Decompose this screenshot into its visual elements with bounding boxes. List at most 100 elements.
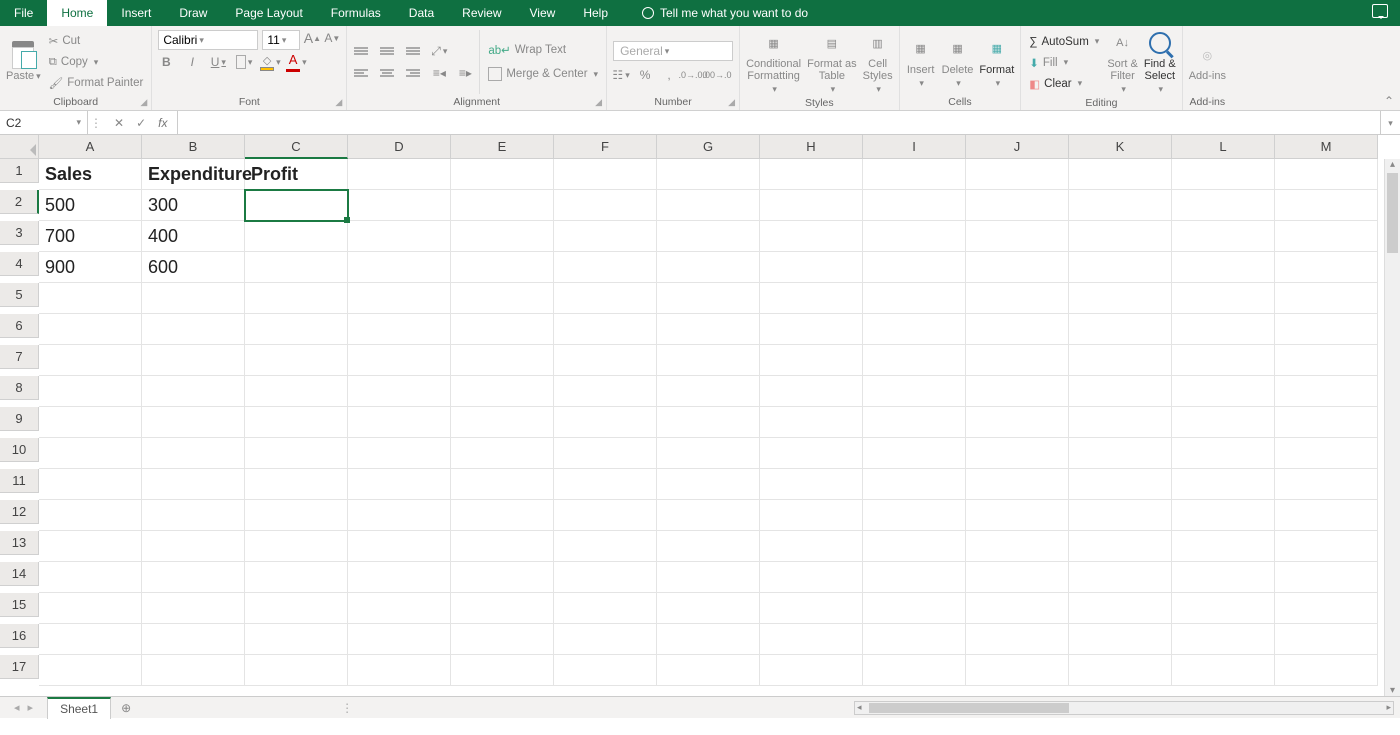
cell[interactable]: [1069, 438, 1172, 469]
cell[interactable]: 500: [39, 190, 142, 221]
cell[interactable]: [966, 438, 1069, 469]
bold-button[interactable]: B: [158, 54, 174, 70]
cell[interactable]: [657, 190, 760, 221]
cell[interactable]: [1069, 283, 1172, 314]
cell[interactable]: [554, 624, 657, 655]
cell[interactable]: [966, 655, 1069, 686]
cell[interactable]: [554, 531, 657, 562]
row-header[interactable]: 2: [0, 190, 39, 214]
accounting-format-button[interactable]: ☷: [613, 67, 629, 83]
find-select-button[interactable]: Find & Select: [1144, 30, 1176, 95]
cell[interactable]: [348, 221, 451, 252]
tab-draw[interactable]: Draw: [165, 0, 221, 26]
cell[interactable]: [966, 531, 1069, 562]
cell[interactable]: [966, 593, 1069, 624]
align-top-icon[interactable]: [353, 43, 369, 59]
cell[interactable]: [966, 624, 1069, 655]
comments-icon[interactable]: [1372, 4, 1388, 18]
cell[interactable]: [451, 469, 554, 500]
tab-help[interactable]: Help: [569, 0, 622, 26]
cell[interactable]: Profit: [245, 159, 348, 190]
col-header[interactable]: M: [1275, 135, 1378, 159]
cell[interactable]: [554, 438, 657, 469]
cell[interactable]: [760, 469, 863, 500]
cell[interactable]: [142, 624, 245, 655]
cell[interactable]: [657, 438, 760, 469]
cell[interactable]: [966, 407, 1069, 438]
cell[interactable]: [245, 624, 348, 655]
cell[interactable]: [966, 190, 1069, 221]
cell[interactable]: [554, 376, 657, 407]
cell[interactable]: [348, 159, 451, 190]
cell[interactable]: [245, 376, 348, 407]
cell[interactable]: [39, 562, 142, 593]
row-header[interactable]: 1: [0, 159, 39, 183]
cell[interactable]: [760, 624, 863, 655]
cell[interactable]: [760, 407, 863, 438]
col-header[interactable]: J: [966, 135, 1069, 159]
decrease-font-icon[interactable]: A▼: [324, 30, 340, 46]
cell[interactable]: [451, 252, 554, 283]
col-header[interactable]: G: [657, 135, 760, 159]
dialog-launcher-icon[interactable]: ◢: [595, 97, 602, 108]
cell[interactable]: [1275, 221, 1378, 252]
paste-button[interactable]: Paste: [6, 30, 41, 94]
cell[interactable]: [760, 593, 863, 624]
cell[interactable]: [451, 438, 554, 469]
cell[interactable]: [1172, 221, 1275, 252]
tab-view[interactable]: View: [516, 0, 570, 26]
cell[interactable]: [348, 190, 451, 221]
cell[interactable]: [39, 531, 142, 562]
cell[interactable]: [39, 314, 142, 345]
italic-button[interactable]: I: [184, 54, 200, 70]
cell[interactable]: [245, 190, 348, 221]
cell[interactable]: [966, 283, 1069, 314]
scroll-down-icon[interactable]: ▾: [1385, 685, 1400, 696]
col-header[interactable]: K: [1069, 135, 1172, 159]
cell[interactable]: [760, 283, 863, 314]
cell[interactable]: [348, 345, 451, 376]
cell[interactable]: [1069, 500, 1172, 531]
cell[interactable]: [863, 190, 966, 221]
cell[interactable]: [1275, 283, 1378, 314]
cell[interactable]: [966, 562, 1069, 593]
cell[interactable]: [1275, 345, 1378, 376]
cell[interactable]: [39, 624, 142, 655]
orientation-button[interactable]: ⤢: [431, 43, 447, 59]
cell[interactable]: [451, 531, 554, 562]
cell[interactable]: 900: [39, 252, 142, 283]
cell[interactable]: [863, 221, 966, 252]
cell[interactable]: [1069, 624, 1172, 655]
cell[interactable]: [39, 376, 142, 407]
autosum-button[interactable]: ∑ AutoSum: [1027, 32, 1101, 52]
cell[interactable]: [1275, 593, 1378, 624]
cell[interactable]: [554, 500, 657, 531]
cell[interactable]: [760, 314, 863, 345]
cell[interactable]: [760, 221, 863, 252]
format-cells-button[interactable]: ▦Format: [979, 30, 1014, 94]
cell[interactable]: [554, 159, 657, 190]
cell[interactable]: [451, 376, 554, 407]
align-bottom-icon[interactable]: [405, 43, 421, 59]
cell[interactable]: 400: [142, 221, 245, 252]
cell[interactable]: [1275, 376, 1378, 407]
cell[interactable]: [863, 252, 966, 283]
cell-styles-button[interactable]: ▥Cell Styles: [863, 30, 893, 95]
number-format-select[interactable]: General: [613, 41, 733, 61]
row-header[interactable]: 14: [0, 562, 39, 586]
cell[interactable]: [657, 376, 760, 407]
cell[interactable]: [451, 655, 554, 686]
cell[interactable]: [760, 531, 863, 562]
cell[interactable]: [554, 345, 657, 376]
cell[interactable]: [245, 283, 348, 314]
align-right-icon[interactable]: [405, 65, 421, 81]
cell[interactable]: [657, 593, 760, 624]
select-all-corner[interactable]: [0, 135, 39, 159]
horizontal-scrollbar[interactable]: ◂ ▸: [854, 701, 1394, 715]
cell[interactable]: [1172, 283, 1275, 314]
cell[interactable]: [554, 469, 657, 500]
cell[interactable]: [451, 593, 554, 624]
cell[interactable]: [245, 531, 348, 562]
cell[interactable]: [657, 221, 760, 252]
tab-home[interactable]: Home: [47, 0, 107, 26]
